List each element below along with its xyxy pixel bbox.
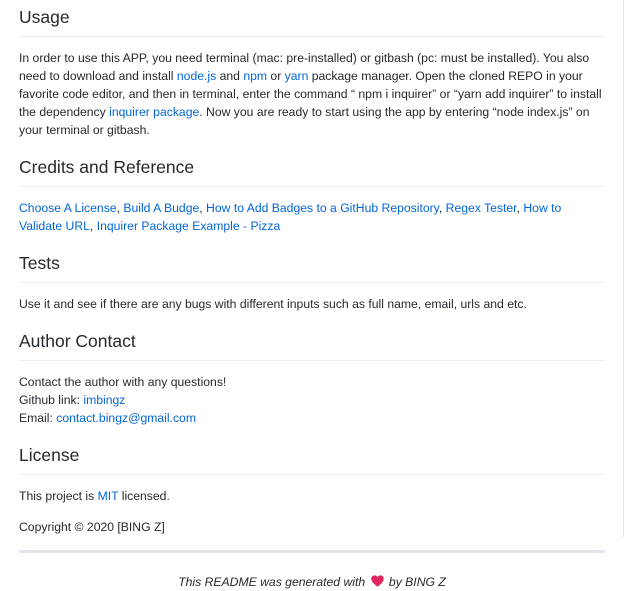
github-badges-link[interactable]: How to Add Badges to a GitHub Repository [206, 201, 439, 215]
credits-paragraph: Choose A License, Build A Budge, How to … [19, 199, 605, 235]
credits-heading: Credits and Reference [19, 156, 605, 187]
usage-paragraph: In order to use this APP, you need termi… [19, 49, 605, 139]
usage-text-2: and [216, 69, 244, 83]
email-link[interactable]: contact.bingz@gmail.com [56, 411, 196, 425]
regex-tester-link[interactable]: Regex Tester [446, 201, 517, 215]
footer-text-after: by BING Z [385, 575, 446, 589]
tests-heading: Tests [19, 252, 605, 283]
license-text-1: This project is [19, 489, 98, 503]
usage-heading: Usage [19, 6, 605, 37]
github-label: Github link: [19, 393, 84, 407]
email-label: Email: [19, 411, 57, 425]
license-text-2: licensed. [118, 489, 170, 503]
nodejs-link[interactable]: node.js [177, 69, 216, 83]
npm-link[interactable]: npm [243, 69, 267, 83]
heart-icon [370, 575, 384, 587]
credits-separator: , [89, 219, 97, 233]
author-contact-heading: Author Contact [19, 330, 605, 361]
readme-footer: This README was generated with by BING Z [19, 573, 605, 591]
build-a-budge-link[interactable]: Build A Budge [123, 201, 199, 215]
mit-license-link[interactable]: MIT [98, 489, 119, 503]
github-profile-link[interactable]: imbingz [83, 393, 125, 407]
credits-separator: , [438, 201, 446, 215]
inquirer-pizza-example-link[interactable]: Inquirer Package Example - Pizza [97, 219, 281, 233]
author-contact-paragraph: Contact the author with any questions! Gi… [19, 373, 605, 427]
copyright-text: Copyright © 2020 [BING Z] [19, 520, 165, 534]
footer-divider [19, 550, 605, 553]
footer-text-before: This README was generated with [178, 575, 369, 589]
choose-a-license-link[interactable]: Choose A License [19, 201, 117, 215]
tests-paragraph: Use it and see if there are any bugs wit… [19, 297, 527, 311]
readme-document: Usage In order to use this APP, you need… [19, 0, 605, 591]
yarn-link[interactable]: yarn [285, 69, 309, 83]
inquirer-package-link[interactable]: inquirer package [109, 105, 199, 119]
license-heading: License [19, 444, 605, 475]
usage-text-3: or [267, 69, 285, 83]
author-contact-line: Contact the author with any questions! [19, 375, 227, 389]
license-paragraph: This project is MIT licensed. [19, 487, 605, 505]
page-edge-rule [623, 0, 624, 537]
